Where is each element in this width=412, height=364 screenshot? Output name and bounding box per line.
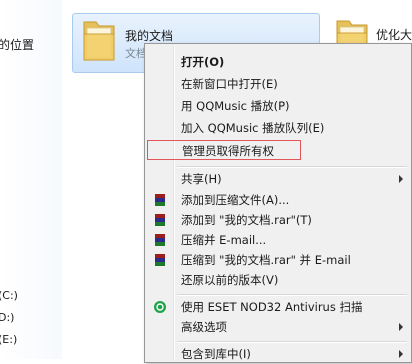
menu-item-add-to-archive[interactable]: 添加到压缩文件(A)... [147, 190, 409, 210]
menu-item-open[interactable]: 打开(O) [147, 52, 409, 72]
menu-item-share[interactable]: 共享(H) [147, 169, 409, 189]
chevron-right-icon [399, 175, 403, 183]
menu-item-open-new-window[interactable]: 在新窗口中打开(E) [147, 74, 409, 94]
menu-item-label: 添加到 "我的文档.rar"(T) [181, 213, 312, 227]
menu-item-label: 共享(H) [181, 172, 222, 186]
menu-item-label: 压缩到 "我的文档.rar" 并 E-mail [181, 253, 351, 267]
chevron-right-icon [399, 323, 403, 331]
menu-item-compress-rar-email[interactable]: 压缩到 "我的文档.rar" 并 E-mail [147, 250, 409, 270]
menu-item-include-library[interactable]: 包含到库中(I) [147, 344, 409, 364]
nav-item-drive-d[interactable]: D:) [0, 311, 14, 324]
nav-item-drive-e[interactable]: (E:) [0, 333, 17, 346]
winrar-books-icon [155, 234, 165, 246]
file-name: 优化大 [376, 28, 412, 42]
menu-item-take-ownership[interactable]: 管理员取得所有权 [147, 140, 301, 160]
menu-item-label: 添加到压缩文件(A)... [181, 193, 290, 207]
navigation-pane: 的位置 (C:) D:) (E:) [0, 0, 62, 359]
menu-item-restore-previous[interactable]: 还原以前的版本(V) [147, 270, 409, 290]
menu-item-compress-email[interactable]: 压缩并 E-mail... [147, 230, 409, 250]
folder-icon [83, 21, 115, 61]
file-name: 我的文档 [125, 29, 174, 43]
winrar-books-icon [155, 254, 165, 266]
menu-item-label: 压缩并 E-mail... [181, 233, 267, 247]
menu-item-label: 高级选项 [181, 320, 227, 334]
menu-separator [177, 341, 407, 343]
winrar-books-icon [155, 214, 165, 226]
eset-icon [154, 301, 166, 313]
menu-separator [177, 294, 407, 296]
chevron-right-icon [399, 350, 403, 358]
menu-separator [177, 166, 407, 168]
menu-item-eset-scan[interactable]: 使用 ESET NOD32 Antivirus 扫描 [147, 297, 409, 317]
winrar-books-icon [155, 194, 165, 206]
nav-item-drive-c[interactable]: (C:) [0, 289, 18, 302]
menu-item-add-qqmusic-queue[interactable]: 加入 QQMusic 播放队列(E) [147, 118, 409, 138]
menu-item-advanced[interactable]: 高级选项 [147, 317, 409, 337]
context-menu: 打开(O) 在新窗口中打开(E) 用 QQMusic 播放(P) 加入 QQMu… [144, 43, 412, 363]
menu-item-add-to-rar[interactable]: 添加到 "我的文档.rar"(T) [147, 210, 409, 230]
nav-item-location[interactable]: 的位置 [0, 36, 34, 53]
menu-item-label: 使用 ESET NOD32 Antivirus 扫描 [181, 300, 363, 314]
menu-item-play-qqmusic[interactable]: 用 QQMusic 播放(P) [147, 96, 409, 116]
